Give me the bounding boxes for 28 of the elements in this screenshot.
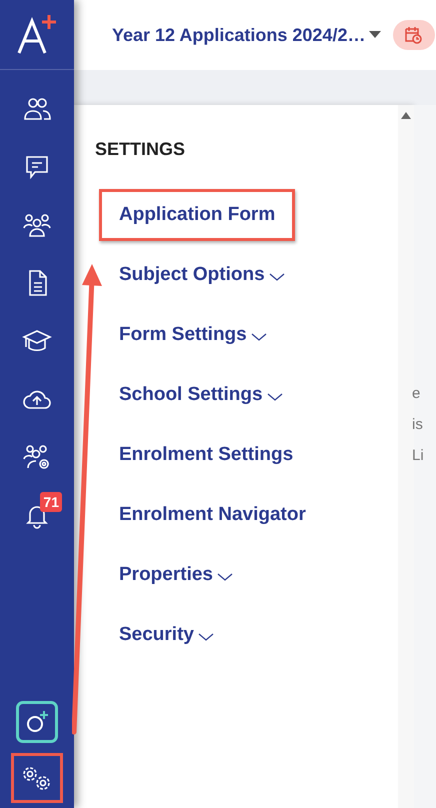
calendar-clock-icon [403,25,424,45]
add-icon [24,709,50,735]
menu-item[interactable]: Enrolment Navigator [99,489,326,541]
cut-text: e [412,385,422,402]
menu-item[interactable]: Security [99,609,234,661]
menu-item[interactable]: Enrolment Settings [99,429,314,481]
menu-heading: SETTINGS [95,139,186,160]
caret-icon [369,31,382,39]
scroll-up-icon [401,111,411,119]
calendar-button[interactable] [393,20,436,50]
chevron-down-icon [266,392,283,402]
menu-item[interactable]: Subject Options [99,249,305,301]
notification-count: 71 [40,492,62,512]
settings-button[interactable] [11,753,63,803]
chevron-down-icon [250,332,267,342]
menu-item[interactable]: Properties [99,549,253,601]
chevron-down-icon [216,572,233,582]
cut-text: is [412,416,424,433]
menu-item[interactable]: Form Settings [99,309,287,361]
menu-item[interactable]: Application Form [99,189,296,241]
notifications-button[interactable]: 71 [12,490,62,539]
application-dropdown[interactable]: Year 12 Applications 2024/2… [112,24,382,46]
chevron-down-icon [198,632,214,642]
chevron-down-icon [268,272,285,282]
menu-item[interactable]: School Settings [99,369,303,421]
cut-text: Li [412,447,425,464]
scrollbar[interactable] [398,105,414,808]
add-button[interactable] [16,701,58,743]
